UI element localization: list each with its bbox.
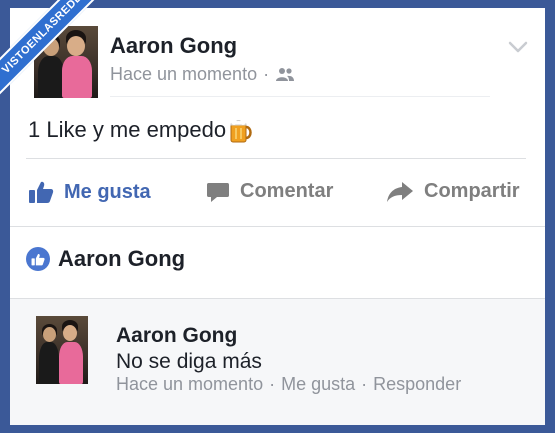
beer-mug-icon — [230, 119, 252, 143]
comment-label: Comentar — [240, 180, 334, 202]
share-button[interactable]: Compartir — [386, 180, 520, 203]
post-body: 1 Like y me empedo — [28, 116, 254, 144]
header-divider — [110, 96, 490, 97]
comment-like-link[interactable]: Me gusta — [281, 374, 355, 395]
like-button[interactable]: Me gusta — [28, 180, 151, 204]
post-actions: Me gusta Comentar Compartir — [10, 168, 545, 226]
comment-meta-separator: · — [269, 374, 276, 394]
comment-time[interactable]: Hace un momento — [116, 374, 263, 395]
post-text: 1 Like y me empedo — [28, 117, 227, 142]
likes-summary[interactable]: Aaron Gong — [26, 246, 185, 272]
likes-user-name[interactable]: Aaron Gong — [58, 246, 185, 272]
post-meta: Hace un momento · — [110, 64, 295, 85]
watermark-text: VISTOENLASREDES — [0, 0, 104, 102]
share-label: Compartir — [424, 180, 520, 202]
like-label: Me gusta — [64, 180, 151, 203]
share-arrow-icon — [387, 181, 413, 202]
comment-text: No se diga más — [116, 350, 262, 373]
comment-bubble-icon — [207, 182, 229, 202]
friends-icon[interactable] — [275, 67, 295, 83]
chevron-down-icon[interactable] — [507, 36, 529, 58]
comment-author-name[interactable]: Aaron Gong — [116, 324, 237, 348]
commenter-avatar[interactable] — [36, 316, 88, 384]
body-divider — [26, 158, 526, 159]
post-author-name[interactable]: Aaron Gong — [110, 33, 237, 59]
like-badge-icon — [26, 247, 50, 271]
comment-button[interactable]: Comentar — [206, 180, 333, 203]
watermark-corner: VISTOENLASREDES — [0, 0, 104, 102]
comment-meta: Hace un momento · Me gusta · Responder — [116, 374, 461, 395]
meta-separator: · — [263, 64, 270, 84]
actions-divider — [10, 226, 545, 227]
comment-meta-separator: · — [361, 374, 368, 394]
comments-section — [10, 298, 545, 425]
post-time[interactable]: Hace un momento — [110, 64, 257, 85]
comments-divider — [10, 298, 545, 299]
thumbs-up-icon — [29, 181, 54, 203]
comment-reply-link[interactable]: Responder — [373, 374, 461, 395]
